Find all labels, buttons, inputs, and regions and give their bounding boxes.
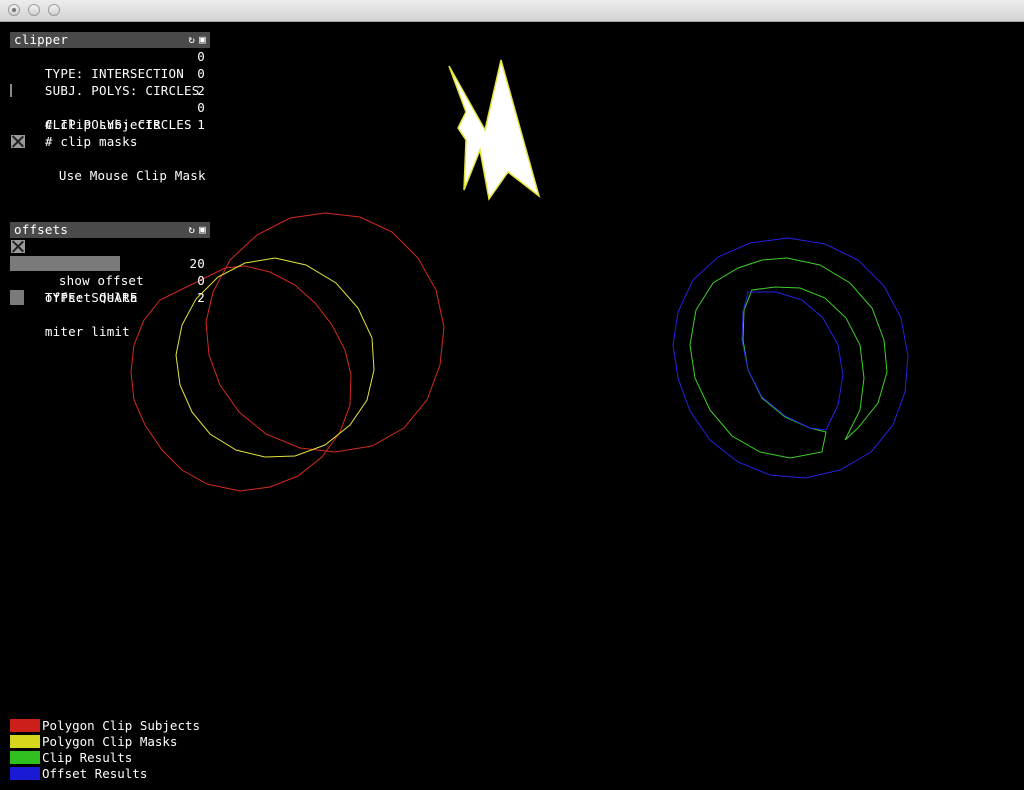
window-maximize-button[interactable]	[48, 4, 60, 16]
row-value: 0	[197, 100, 205, 115]
slider-fill	[10, 84, 12, 97]
legend-swatch	[10, 719, 40, 732]
row-value: 0	[197, 49, 205, 64]
legend-swatch	[10, 751, 40, 764]
checkbox-checked-icon[interactable]	[11, 135, 25, 148]
legend: Polygon Clip Subjects Polygon Clip Masks…	[10, 718, 200, 782]
use-mouse-clip-mask-toggle[interactable]: Use Mouse Clip Mask	[10, 133, 210, 183]
clip-subject-circle-right	[205, 212, 445, 453]
offset-result-outer	[672, 237, 909, 479]
offset-delta-slider[interactable]: offset delta 20	[10, 255, 210, 305]
legend-item: Offset Results	[10, 766, 200, 782]
refresh-icon[interactable]: ↻	[188, 33, 195, 46]
clip-result-outer	[689, 257, 888, 459]
window-close-button[interactable]	[8, 4, 20, 16]
clip-subjects-slider[interactable]: # clip subjects 2	[10, 82, 210, 132]
type-intersection-row[interactable]: TYPE: INTERSECTION 0	[10, 48, 210, 81]
legend-item: Clip Results	[10, 750, 200, 766]
legend-item: Polygon Clip Masks	[10, 734, 200, 750]
legend-label: Polygon Clip Masks	[42, 734, 178, 749]
subj-polys-row[interactable]: SUBJ. POLYS: CIRCLES 0	[10, 65, 210, 98]
offset-type-row[interactable]: TYPE: SQUARE 0	[10, 272, 210, 305]
row-label: miter limit	[44, 324, 130, 339]
legend-swatch	[10, 767, 40, 780]
show-offset-toggle[interactable]: show offset	[10, 238, 210, 288]
row-value: 2	[197, 290, 205, 305]
miter-limit-slider[interactable]: miter limit 2	[10, 289, 210, 339]
save-icon[interactable]: ▣	[199, 223, 206, 236]
clipper-panel-header[interactable]: clipper ↻ ▣	[10, 32, 210, 48]
clipper-panel-title: clipper	[14, 32, 69, 47]
clip-result-inner	[741, 291, 844, 431]
slider-fill	[10, 256, 120, 271]
legend-item: Polygon Clip Subjects	[10, 718, 200, 734]
row-value: 0	[197, 273, 205, 288]
legend-label: Offset Results	[42, 766, 148, 781]
legend-label: Polygon Clip Subjects	[42, 718, 201, 733]
clipper-panel: clipper ↻ ▣ TYPE: INTERSECTION 0 SUBJ. PO…	[10, 32, 210, 183]
offsets-panel-header[interactable]: offsets ↻ ▣	[10, 222, 210, 238]
mouse-clip-mask	[448, 59, 541, 201]
window-minimize-button[interactable]	[28, 4, 40, 16]
offsets-panel: offsets ↻ ▣ show offset offset delta 20 T…	[10, 222, 210, 339]
clip-polys-row[interactable]: CLIP POLYS: CIRCLES 0	[10, 99, 210, 132]
legend-label: Clip Results	[42, 750, 133, 765]
legend-swatch	[10, 735, 40, 748]
offsets-panel-title: offsets	[14, 222, 69, 237]
window-titlebar	[0, 0, 1024, 22]
row-value: 0	[197, 66, 205, 81]
checkbox-checked-icon[interactable]	[11, 240, 25, 253]
row-value: 20	[189, 256, 205, 271]
slider-fill	[10, 290, 24, 305]
toggle-label: Use Mouse Clip Mask	[58, 168, 206, 183]
save-icon[interactable]: ▣	[199, 33, 206, 46]
refresh-icon[interactable]: ↻	[188, 223, 195, 236]
row-value: 1	[197, 117, 205, 132]
clip-masks-slider[interactable]: # clip masks 1	[10, 116, 210, 149]
row-value: 2	[197, 83, 205, 98]
